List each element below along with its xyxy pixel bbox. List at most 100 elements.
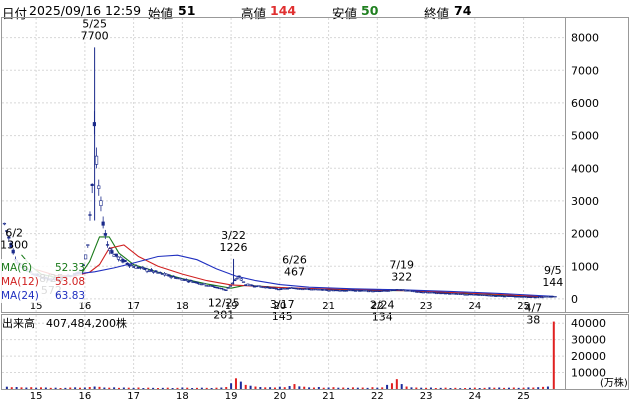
volume-bar	[156, 388, 159, 389]
candle-body	[147, 270, 151, 273]
volume-bar	[74, 387, 77, 389]
annotation-3-17: 3/17145	[270, 298, 295, 323]
volume-tick-label: 30000	[571, 334, 606, 347]
volume-bar	[181, 387, 184, 389]
volume-bar	[434, 388, 437, 389]
volume-bar	[234, 378, 237, 389]
annotation-value: 1300	[0, 238, 28, 251]
volume-bar	[64, 387, 67, 389]
volume-bar	[244, 384, 247, 389]
annotation-value: 145	[272, 310, 293, 323]
candle-body	[90, 183, 94, 186]
legend-ma12-label: MA(12)	[1, 276, 39, 288]
candle-body	[171, 275, 175, 278]
volume-tick-label: 40000	[571, 317, 606, 330]
candle-body	[228, 285, 232, 287]
volume-bar	[512, 387, 515, 389]
volume-bar	[532, 387, 535, 389]
candle-body	[184, 279, 189, 281]
annotation-2-24: 2/24134	[370, 299, 395, 324]
volume-bar	[312, 387, 315, 389]
volume-bar	[478, 388, 481, 389]
volume-bar	[454, 387, 457, 389]
price-x-tick-label: 17	[127, 301, 140, 312]
volume-bar	[166, 387, 169, 389]
volume-bar	[542, 386, 545, 389]
annotation-value: 7700	[81, 29, 109, 42]
volume-bar	[142, 388, 145, 389]
candle-body	[123, 259, 127, 262]
volume-bar	[552, 321, 555, 389]
ma-legend: MA(6) 52.33 MA(12) 53.08 MA(24) 63.83	[0, 259, 85, 303]
volume-bar	[483, 387, 486, 389]
candle-body	[101, 221, 105, 226]
volume-bar	[351, 387, 354, 389]
volume-bar	[54, 387, 57, 389]
volume-bar	[283, 387, 286, 389]
volume-bar	[83, 387, 86, 389]
candle-body	[114, 253, 118, 257]
annotation-value: 144	[542, 276, 563, 289]
annotation-value: 322	[391, 270, 412, 283]
volume-bar	[527, 387, 530, 389]
volume-bar	[122, 387, 125, 389]
price-x-tick-label: 23	[420, 301, 433, 312]
volume-bar	[327, 387, 330, 389]
volume-bar	[5, 386, 8, 389]
annotation-value: 134	[372, 311, 393, 324]
candle-body	[86, 244, 90, 246]
candle-body	[226, 287, 230, 289]
candle-body	[241, 281, 246, 283]
volume-x-tick-label: 21	[322, 391, 335, 400]
volume-bar	[468, 387, 471, 389]
volume-bar	[220, 387, 223, 389]
volume-bar	[522, 387, 525, 389]
volume-bar	[103, 387, 106, 389]
volume-bar	[498, 387, 501, 389]
volume-bar	[381, 387, 384, 389]
volume-bar	[400, 384, 403, 389]
volume-bar	[59, 388, 62, 389]
volume-bar	[264, 387, 267, 389]
candle-body	[202, 283, 206, 285]
annotation-6-2: 6/21300	[0, 226, 28, 251]
candle-body	[553, 296, 557, 298]
volume-bar	[342, 387, 345, 389]
volume-bar	[25, 387, 28, 389]
candle-body	[219, 287, 224, 290]
price-tick-label: 2000	[571, 228, 599, 241]
candle-body	[94, 155, 99, 165]
volume-bar	[298, 386, 301, 389]
price-tick-label: 0	[571, 293, 578, 306]
volume-bar	[493, 387, 496, 389]
volume-x-tick-label: 19	[225, 391, 238, 400]
annotation-value: 1226	[220, 241, 248, 254]
candle-body	[2, 222, 7, 225]
price-tick-label: 6000	[571, 97, 599, 110]
price-tick-label: 8000	[571, 32, 599, 45]
volume-bar	[39, 387, 42, 389]
volume-bar	[88, 387, 91, 389]
volume-bar	[322, 387, 325, 389]
volume-bar	[439, 387, 442, 389]
volume-bar	[503, 387, 506, 389]
volume-bar	[425, 387, 428, 389]
volume-x-axis-labels: 15 16 17 18 19 20 21 22 23 24 25	[30, 391, 530, 400]
volume-x-tick-label: 15	[30, 391, 43, 400]
volume-bar	[152, 387, 155, 389]
volume-bar	[205, 387, 208, 389]
volume-bar	[117, 387, 120, 389]
volume-bar	[395, 379, 398, 389]
volume-bar	[254, 386, 257, 389]
volume-bar	[269, 387, 272, 389]
volume-bar	[347, 387, 350, 389]
volume-bar	[225, 387, 228, 389]
volume-bar	[137, 387, 140, 389]
volume-bar	[108, 387, 111, 389]
volume-bar	[332, 387, 335, 389]
volume-bar	[195, 387, 198, 389]
volume-bar	[464, 388, 467, 389]
candle-body	[237, 275, 241, 278]
volume-bar	[78, 387, 81, 389]
price-y-axis-labels: 0 1000 2000 3000 4000 5000 6000 7000 8000	[571, 32, 599, 306]
